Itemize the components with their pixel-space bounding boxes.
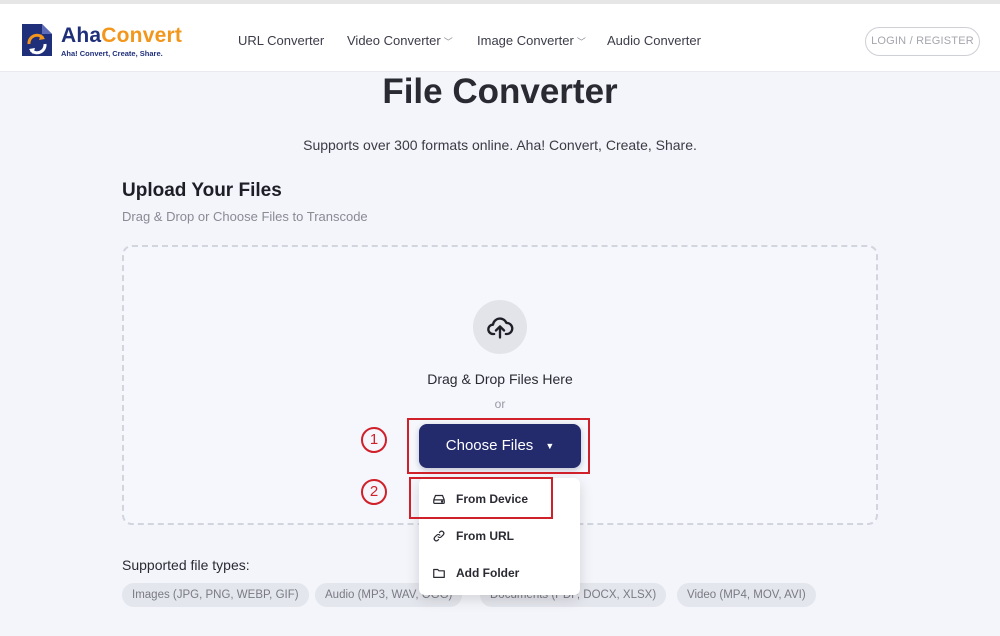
- logo-tagline: Aha! Convert, Create, Share.: [61, 49, 163, 58]
- annotation-step-1: 1: [361, 427, 387, 453]
- chip-video: Video (MP4, MOV, AVI): [677, 583, 816, 607]
- logo[interactable]: AhaConvert Aha! Convert, Create, Share.: [18, 22, 193, 62]
- annotation-highlight-from-device: [409, 477, 553, 519]
- nav-audio-converter[interactable]: Audio Converter: [607, 33, 701, 48]
- annotation-highlight-choose-files: [407, 418, 590, 474]
- chip-images: Images (JPG, PNG, WEBP, GIF): [122, 583, 309, 607]
- nav-image-converter[interactable]: Image Converter ﹀: [477, 33, 586, 48]
- upload-title: Upload Your Files: [122, 180, 282, 201]
- site-header: AhaConvert Aha! Convert, Create, Share. …: [0, 4, 1000, 72]
- chevron-down-icon: ﹀: [443, 37, 453, 47]
- page-subtitle: Supports over 300 formats online. Aha! C…: [303, 137, 697, 153]
- annotation-step-2: 2: [361, 479, 387, 505]
- nav-video-converter[interactable]: Video Converter ﹀: [347, 33, 453, 48]
- chevron-down-icon: ﹀: [576, 37, 586, 47]
- logo-icon: [22, 24, 52, 56]
- menu-item-add-folder[interactable]: Add Folder: [419, 554, 580, 591]
- logo-wordmark: AhaConvert: [61, 24, 183, 47]
- nav-url-converter[interactable]: URL Converter: [238, 33, 324, 48]
- drop-instructions: Drag & Drop Files Here: [427, 371, 573, 387]
- menu-item-from-url[interactable]: From URL: [419, 517, 580, 554]
- or-separator: or: [494, 397, 506, 411]
- upload-subtitle: Drag & Drop or Choose Files to Transcode: [122, 209, 368, 224]
- upload-cloud-icon: [473, 300, 527, 354]
- link-icon: [433, 530, 445, 542]
- page-title: File Converter: [382, 72, 618, 111]
- folder-icon: [433, 568, 445, 578]
- supported-types-label: Supported file types:: [122, 557, 250, 573]
- login-register-button[interactable]: LOGIN / REGISTER: [865, 27, 980, 56]
